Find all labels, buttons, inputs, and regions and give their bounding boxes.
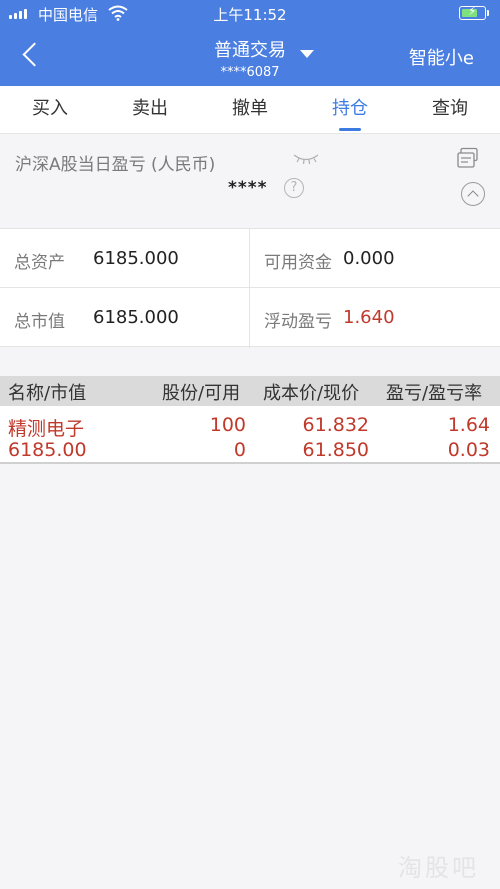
daily-pnl-value: **** xyxy=(228,178,268,198)
market-value-label: 总市值 xyxy=(14,312,65,332)
asset-summary: 总资产 6185.000 可用资金 0.000 总市值 6185.000 浮动盈… xyxy=(0,228,500,348)
battery-icon: ⚡ xyxy=(459,4,489,20)
table-row[interactable]: 精测电子 6185.00 100 0 61.832 61.850 1.64 0.… xyxy=(0,406,500,464)
help-icon[interactable]: ? xyxy=(284,178,304,198)
collapse-button[interactable] xyxy=(461,182,485,206)
stock-pnl-rate: 0.03 xyxy=(447,439,490,461)
daily-pnl-panel: 沪深A股当日盈亏 (人民币) **** ? xyxy=(0,134,500,228)
column-header: 股份/可用 xyxy=(162,383,241,404)
eye-closed-icon[interactable] xyxy=(292,152,320,166)
top-bar: 中国电信 上午11:52 ⚡ 普通交易 ****6087 智能小e xyxy=(0,0,500,86)
receipt-icon[interactable] xyxy=(456,147,480,169)
asset-row: 总市值 6185.000 浮动盈亏 1.640 xyxy=(0,288,500,347)
stock-cost-price: 61.832 xyxy=(302,414,369,436)
stock-name: 精测电子 xyxy=(8,418,85,440)
available-funds-label: 可用资金 xyxy=(264,253,332,273)
status-time: 上午11:52 xyxy=(213,6,287,24)
chevron-down-icon[interactable] xyxy=(300,50,314,58)
stock-shares: 100 xyxy=(209,414,246,436)
asset-row: 总资产 6185.000 可用资金 0.000 xyxy=(0,229,500,288)
available-funds-value: 0.000 xyxy=(343,248,395,269)
stock-pnl: 1.64 xyxy=(447,414,490,436)
stock-market-value: 6185.00 xyxy=(8,439,87,461)
market-value-value: 6185.000 xyxy=(93,307,179,328)
smart-assistant-button[interactable]: 智能小e xyxy=(409,44,474,70)
total-assets-label: 总资产 xyxy=(14,253,65,273)
watermark: 淘股吧 xyxy=(398,854,479,882)
total-assets-value: 6185.000 xyxy=(93,248,179,269)
column-header: 成本价/现价 xyxy=(263,383,360,404)
tab-query[interactable]: 查询 xyxy=(400,86,500,133)
divider xyxy=(249,229,250,348)
column-header: 名称/市值 xyxy=(8,383,87,404)
floating-pnl-label: 浮动盈亏 xyxy=(264,312,332,332)
holdings-header: 名称/市值 股份/可用 成本价/现价 盈亏/盈亏率 xyxy=(0,376,500,406)
status-bar: 中国电信 上午11:52 ⚡ xyxy=(0,0,500,28)
stock-available: 0 xyxy=(233,439,246,461)
tab-sell[interactable]: 卖出 xyxy=(100,86,200,133)
trade-tabs: 买入 卖出 撤单 持仓 查询 xyxy=(0,86,500,134)
tab-cancel[interactable]: 撤单 xyxy=(200,86,300,133)
floating-pnl-value: 1.640 xyxy=(343,307,395,328)
tab-buy[interactable]: 买入 xyxy=(0,86,100,133)
stock-current-price: 61.850 xyxy=(302,439,369,461)
tab-holdings[interactable]: 持仓 xyxy=(300,86,400,133)
column-header: 盈亏/盈亏率 xyxy=(386,383,483,404)
daily-pnl-label: 沪深A股当日盈亏 (人民币) xyxy=(15,155,216,175)
